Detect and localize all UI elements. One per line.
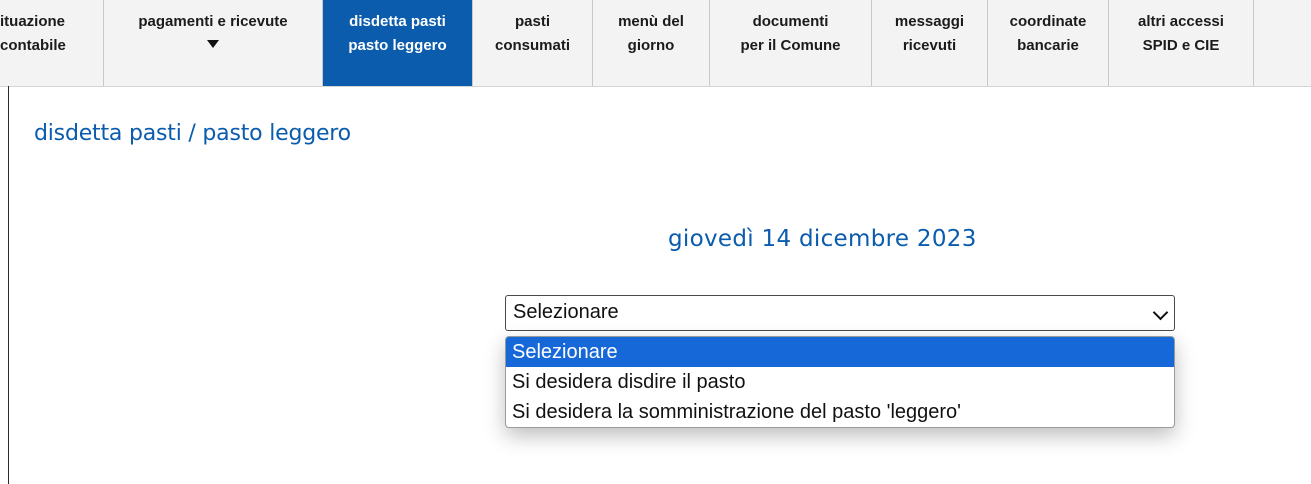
nav-label-line1: ituazione <box>0 13 66 30</box>
date-heading: giovedì 14 dicembre 2023 <box>668 226 977 252</box>
nav-pasti-consumati[interactable]: pasti consumati <box>473 0 593 86</box>
nav-messaggi-ricevuti[interactable]: messaggi ricevuti <box>872 0 988 86</box>
nav-label-line2: giorno <box>627 37 675 54</box>
nav-label-line1: menù del <box>618 13 684 30</box>
nav-label-line2: SPID e CIE <box>1142 37 1220 54</box>
nav-label-line1: coordinate <box>1009 13 1087 30</box>
nav-label-line1: documenti <box>752 13 829 30</box>
caret-down-icon <box>207 40 219 48</box>
nav-disdetta-pasti[interactable]: disdetta pasti pasto leggero <box>323 0 473 86</box>
option-pasto-leggero[interactable]: Si desidera la somministrazione del past… <box>506 397 1174 427</box>
nav-altri-accessi[interactable]: altri accessi SPID e CIE <box>1109 0 1254 86</box>
content-left-border <box>8 86 9 484</box>
nav-label-line1: altri accessi <box>1138 13 1224 30</box>
chevron-down-icon[interactable] <box>1152 304 1169 321</box>
select-value: Selezionare <box>513 301 619 323</box>
select-dropdown-list: Selezionare Si desidera disdire il pasto… <box>505 336 1175 428</box>
nav-label-line2: ricevuti <box>902 37 957 54</box>
nav-situazione-contabile[interactable]: ituazione contabile <box>0 0 104 86</box>
nav-label-line1: messaggi <box>894 13 965 30</box>
nav-label-line2: contabile <box>0 37 66 54</box>
nav-label-line2: per il Comune <box>740 37 841 54</box>
page-title: disdetta pasti / pasto leggero <box>34 121 351 146</box>
nav-label-line2: pasto leggero <box>348 37 447 54</box>
nav-coordinate-bancarie[interactable]: coordinate bancarie <box>988 0 1109 86</box>
nav-label-line1: pasti <box>514 13 550 30</box>
nav-label-line2: bancarie <box>1017 37 1079 54</box>
nav-label-line2: consumati <box>494 37 570 54</box>
nav-pagamenti-ricevute[interactable]: pagamenti e ricevute <box>104 0 323 86</box>
nav-label-line1: pagamenti e ricevute <box>138 13 288 30</box>
top-navigation: ituazione contabile pagamenti e ricevute… <box>0 0 1311 87</box>
option-selezionare[interactable]: Selezionare <box>506 337 1174 367</box>
meal-option-select[interactable]: Selezionare <box>505 295 1175 331</box>
nav-documenti-comune[interactable]: documenti per il Comune <box>710 0 872 86</box>
option-disdire-pasto[interactable]: Si desidera disdire il pasto <box>506 367 1174 397</box>
nav-label-line1: disdetta pasti <box>349 13 446 30</box>
nav-menu-del-giorno[interactable]: menù del giorno <box>593 0 710 86</box>
